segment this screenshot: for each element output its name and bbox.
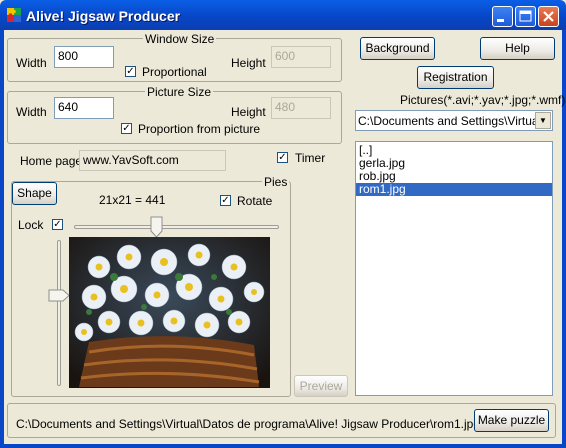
- home-page-field[interactable]: www.YavSoft.com: [79, 150, 226, 171]
- lock-label: Lock: [18, 218, 44, 232]
- vertical-pieces-slider-track[interactable]: [57, 240, 61, 386]
- window-frame-left: [0, 30, 4, 448]
- minimize-button[interactable]: [492, 6, 513, 27]
- pieces-count-text: 21x21 = 441: [99, 193, 166, 207]
- proportion-from-picture-label: Proportion from picture: [138, 122, 261, 136]
- window-height-input[interactable]: 600: [271, 46, 331, 68]
- background-button[interactable]: Background: [360, 37, 435, 60]
- window-size-group-title: Window Size: [143, 32, 217, 46]
- minimize-icon: [497, 19, 504, 22]
- proportional-label: Proportional: [142, 65, 207, 79]
- horizontal-pieces-slider-thumb[interactable]: [150, 216, 163, 238]
- window-width-label: Width: [16, 56, 47, 70]
- timer-checkbox[interactable]: ✓: [277, 152, 288, 163]
- maximize-button[interactable]: [515, 6, 536, 27]
- window-width-input[interactable]: 800: [54, 46, 114, 68]
- rotate-checkbox[interactable]: ✓: [220, 195, 231, 206]
- lock-checkbox[interactable]: ✓: [52, 219, 63, 230]
- folder-combo-value: C:\Documents and Settings\Virtual\D: [358, 114, 536, 128]
- picture-size-group-title: Picture Size: [145, 85, 214, 99]
- chevron-down-icon[interactable]: ▼: [535, 112, 551, 129]
- pies-group-title: Pies: [262, 175, 290, 189]
- proportional-checkbox[interactable]: ✓: [125, 66, 136, 77]
- status-path-text: C:\Documents and Settings\Virtual\Datos …: [16, 417, 480, 431]
- picture-width-label: Width: [16, 105, 47, 119]
- proportion-from-picture-checkbox[interactable]: ✓: [121, 123, 132, 134]
- file-list[interactable]: [..] gerla.jpg rob.jpg rom1.jpg: [355, 141, 553, 396]
- list-item-selected[interactable]: rom1.jpg: [356, 183, 552, 196]
- shape-button[interactable]: Shape: [12, 182, 57, 205]
- folder-combo[interactable]: C:\Documents and Settings\Virtual\D ▼: [355, 110, 553, 131]
- close-icon: [543, 11, 554, 22]
- help-button[interactable]: Help: [480, 37, 555, 60]
- timer-label: Timer: [295, 151, 326, 165]
- home-page-label: Home page: [20, 154, 83, 168]
- pictures-filter-label: Pictures(*.avi;*.yav;*.jpg;*.wmf): [400, 93, 566, 107]
- registration-button[interactable]: Registration: [417, 66, 494, 89]
- horizontal-pieces-slider-track[interactable]: [74, 225, 279, 229]
- make-puzzle-button[interactable]: Make puzzle: [474, 409, 549, 432]
- preview-button[interactable]: Preview: [294, 375, 348, 397]
- picture-preview-image: [69, 237, 270, 388]
- window-frame-bottom: [0, 444, 566, 448]
- vertical-pieces-slider-thumb[interactable]: [48, 289, 70, 302]
- rotate-label: Rotate: [237, 194, 273, 208]
- puzzle-app-icon: [7, 8, 21, 22]
- picture-height-label: Height: [231, 105, 266, 119]
- close-button[interactable]: [538, 6, 559, 27]
- picture-height-input[interactable]: 480: [271, 97, 331, 119]
- window-height-label: Height: [231, 56, 266, 70]
- maximize-icon: [519, 10, 532, 22]
- picture-width-input[interactable]: 640: [54, 97, 114, 119]
- window-title: Alive! Jigsaw Producer: [26, 8, 181, 24]
